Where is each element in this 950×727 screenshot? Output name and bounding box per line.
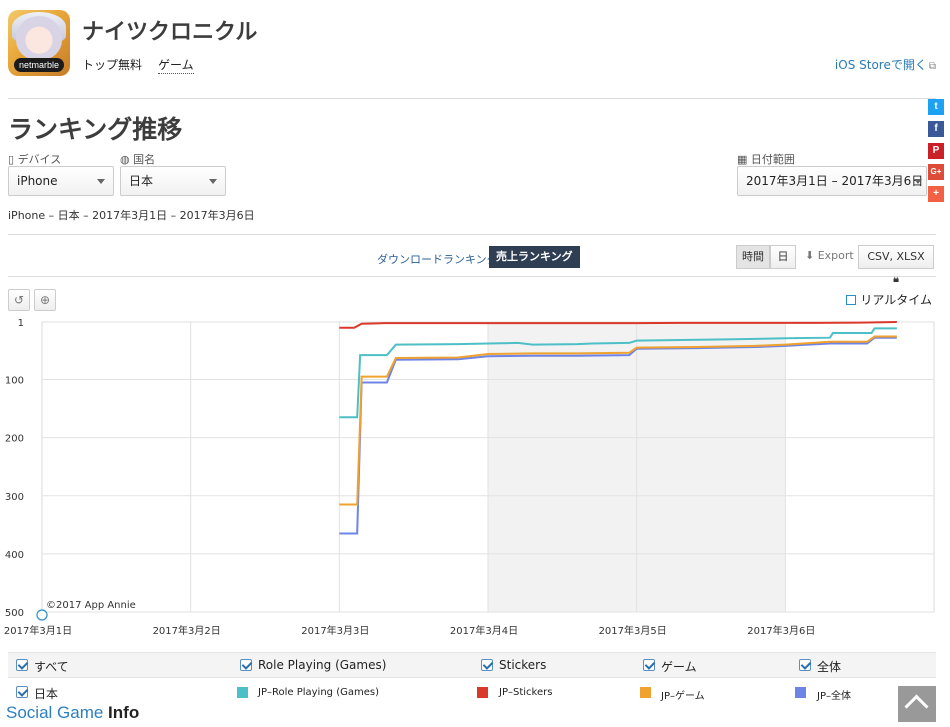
legend-series-overall[interactable]: JP–全体 bbox=[817, 687, 851, 702]
section-title: ランキング推移 bbox=[8, 115, 183, 144]
device-label: ▯ デバイス bbox=[8, 151, 61, 167]
checkbox-stickers[interactable] bbox=[481, 659, 493, 671]
app-title: ナイツクロニクル bbox=[82, 20, 258, 45]
zoom-in-icon[interactable]: ⊕ bbox=[34, 289, 56, 311]
device-select-value: iPhone bbox=[17, 174, 58, 188]
legend-filter-game: ゲーム bbox=[661, 660, 697, 674]
country-label-text: 国名 bbox=[133, 153, 156, 166]
y-tick-label: 300 bbox=[5, 492, 24, 503]
day-button[interactable]: 日 bbox=[770, 245, 796, 269]
legend-series-stickers[interactable]: JP–Stickers bbox=[499, 687, 552, 698]
chevron-down-icon bbox=[914, 179, 922, 184]
device-icon: ▯ bbox=[8, 153, 15, 166]
checkbox-role-playing[interactable] bbox=[240, 659, 252, 671]
lock-icon: 🔒︎ bbox=[893, 272, 899, 285]
y-tick-label: 400 bbox=[5, 550, 24, 561]
app-icon-logo: netmarble bbox=[14, 58, 64, 72]
annotation-marker-icon[interactable] bbox=[36, 609, 48, 621]
watermark-prefix: Social Game bbox=[6, 703, 109, 722]
legend-series-row: 日本 JP–Role Playing (Games) JP–Stickers J… bbox=[8, 680, 936, 706]
y-axis-ticks: 1 100 200 300 400 500 bbox=[5, 318, 24, 619]
device-label-text: デバイス bbox=[17, 153, 62, 166]
ranking-chart: 1100200300400500 2017年3月1日 2017年3月2日 2017年… bbox=[4, 318, 935, 637]
x-tick-label: 2017年3月6日 bbox=[747, 624, 815, 637]
category-link[interactable]: ゲーム bbox=[158, 56, 194, 74]
date-range-select[interactable]: 2017年3月1日 – 2017年3月6日 bbox=[737, 166, 927, 196]
legend-swatch-role-playing bbox=[237, 687, 248, 698]
calendar-icon: ▦ bbox=[737, 153, 748, 166]
realtime-checkbox[interactable] bbox=[846, 295, 857, 305]
chevron-down-icon bbox=[209, 179, 217, 184]
y-tick-label: 200 bbox=[5, 434, 24, 445]
pinterest-icon[interactable]: P bbox=[928, 143, 944, 159]
legend-swatch-game bbox=[640, 687, 651, 698]
legend-filter-role-playing: Role Playing (Games) bbox=[258, 658, 387, 672]
y-tick-label: 500 bbox=[5, 608, 24, 619]
legend-swatch-stickers bbox=[477, 687, 488, 698]
section-divider bbox=[8, 234, 936, 235]
watermark-suffix: Info bbox=[108, 703, 140, 722]
x-tick-label: 2017年3月4日 bbox=[450, 624, 518, 637]
google-plus-icon[interactable]: G+ bbox=[928, 164, 944, 180]
device-select[interactable]: iPhone bbox=[8, 166, 114, 196]
checkbox-overall[interactable] bbox=[799, 659, 811, 671]
reset-zoom-icon[interactable]: ↺ bbox=[8, 289, 30, 311]
facebook-icon[interactable]: f bbox=[928, 121, 944, 137]
external-link-icon: ⧉ bbox=[928, 61, 936, 72]
chevron-down-icon bbox=[97, 179, 105, 184]
y-tick-label: 1 bbox=[18, 318, 24, 329]
date-range-label-text: 日付範囲 bbox=[750, 153, 795, 166]
x-tick-label: 2017年3月3日 bbox=[301, 624, 369, 637]
country-label: ◍ 国名 bbox=[120, 151, 155, 167]
globe-icon: ◍ bbox=[120, 153, 130, 166]
share-plus-icon[interactable]: + bbox=[928, 186, 944, 202]
realtime-label: リアルタイム bbox=[860, 293, 932, 307]
export-label: Export bbox=[817, 249, 854, 262]
site-watermark: Social Game Info bbox=[6, 703, 139, 723]
checkbox-all[interactable] bbox=[16, 659, 28, 671]
app-icon: netmarble bbox=[8, 10, 70, 76]
x-tick-label: 2017年3月2日 bbox=[153, 624, 221, 637]
legend-series-game[interactable]: JP–ゲーム bbox=[661, 687, 705, 702]
tab-download-ranking[interactable]: ダウンロードランキング bbox=[377, 251, 498, 267]
toolbar-divider bbox=[8, 276, 936, 277]
realtime-toggle[interactable]: リアルタイム bbox=[846, 291, 932, 308]
checkbox-game[interactable] bbox=[643, 659, 655, 671]
y-tick-label: 100 bbox=[5, 376, 24, 387]
export-button[interactable]: ⬇ Export bbox=[805, 247, 854, 265]
twitter-icon[interactable]: t bbox=[928, 99, 944, 115]
date-range-value: 2017年3月1日 – 2017年3月6日 bbox=[746, 174, 924, 188]
legend-filter-row: すべて Role Playing (Games) Stickers ゲーム 全体 bbox=[8, 652, 936, 678]
filter-summary: iPhone – 日本 – 2017年3月1日 – 2017年3月6日 bbox=[8, 209, 255, 222]
x-axis-ticks: 2017年3月1日 2017年3月2日 2017年3月3日 2017年3月4日 2017… bbox=[4, 624, 816, 637]
csv-xlsx-label: CSV, XLSX bbox=[867, 250, 925, 263]
country-select-value: 日本 bbox=[129, 174, 154, 188]
app-icon-face bbox=[16, 16, 62, 60]
chart-copyright: ©2017 App Annie bbox=[46, 600, 136, 611]
download-icon: ⬇ bbox=[805, 249, 815, 262]
hour-button[interactable]: 時間 bbox=[736, 245, 770, 269]
legend-series-role-playing[interactable]: JP–Role Playing (Games) bbox=[258, 687, 379, 698]
legend-filter-all: すべて bbox=[34, 660, 69, 674]
legend-filter-stickers: Stickers bbox=[499, 658, 547, 672]
checkbox-japan[interactable] bbox=[16, 686, 28, 698]
scroll-to-top-button[interactable] bbox=[898, 686, 936, 722]
x-tick-label: 2017年3月1日 bbox=[4, 624, 72, 637]
shaded-day-band bbox=[636, 322, 786, 612]
country-select[interactable]: 日本 bbox=[120, 166, 226, 196]
price-label: トップ無料 bbox=[82, 58, 143, 72]
x-tick-label: 2017年3月5日 bbox=[599, 624, 667, 637]
legend-filter-overall: 全体 bbox=[817, 660, 842, 674]
tab-sales-ranking[interactable]: 売上ランキング bbox=[489, 246, 580, 268]
shaded-day-band bbox=[488, 322, 637, 612]
legend-country: 日本 bbox=[34, 687, 59, 701]
ios-store-link-label: iOS Storeで開く bbox=[834, 58, 927, 72]
date-range-label: ▦ 日付範囲 bbox=[737, 151, 795, 167]
csv-xlsx-button[interactable]: CSV, XLSX 🔒︎ bbox=[858, 245, 934, 285]
header-divider bbox=[8, 98, 936, 99]
ios-store-link[interactable]: iOS Storeで開く ⧉ bbox=[835, 56, 936, 73]
legend-swatch-overall bbox=[795, 687, 806, 698]
